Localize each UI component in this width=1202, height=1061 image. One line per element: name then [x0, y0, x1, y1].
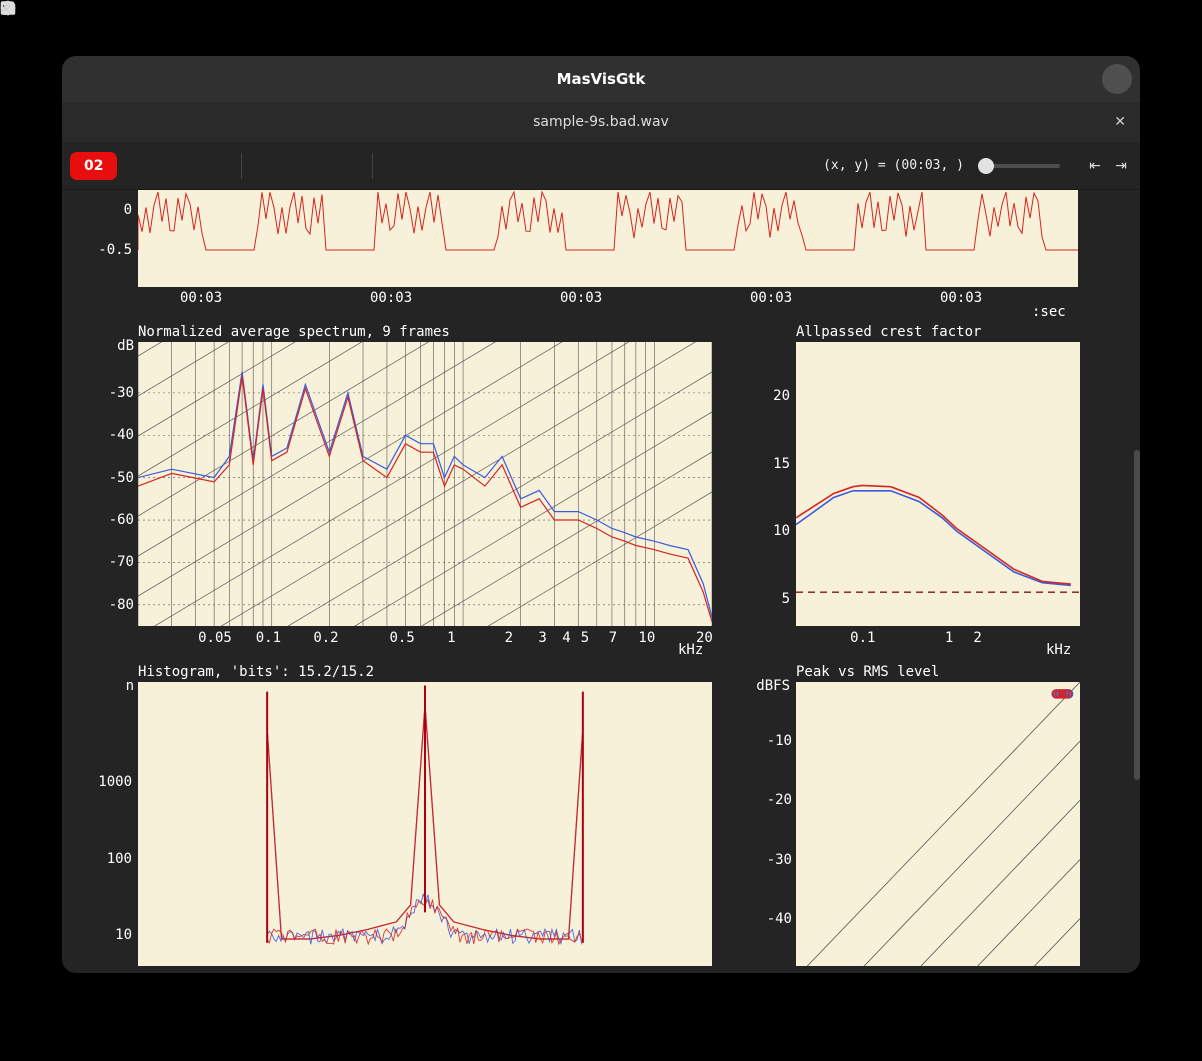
pvr-ytick: -40 — [752, 911, 792, 927]
configure-icon[interactable] — [328, 149, 362, 183]
hamburger-icon[interactable] — [1066, 64, 1096, 94]
download-icon[interactable] — [1030, 64, 1060, 94]
crest-ytick: 15 — [760, 456, 790, 472]
move-icon[interactable] — [252, 149, 286, 183]
home-icon[interactable] — [121, 149, 155, 183]
crest-xtick: 0.1 — [850, 630, 875, 646]
spectrum-xtick: 4 — [562, 630, 570, 646]
zoom-slider[interactable] — [978, 164, 1060, 168]
histogram-plot — [138, 682, 712, 966]
tab-label[interactable]: sample-9s.bad.wav — [533, 114, 669, 130]
spectrum-ytick: -80 — [94, 597, 134, 613]
spectrum-xtick: 0.1 — [256, 630, 281, 646]
crest-ytick: 20 — [760, 388, 790, 404]
crest-xunit: kHz — [1046, 642, 1071, 658]
chart-canvas[interactable]: 0 -0.5 00:03 00:03 00:03 00:03 00:03 :se… — [62, 190, 1140, 973]
spectrum-xtick: 7 — [609, 630, 617, 646]
zoom-icon[interactable] — [290, 149, 324, 183]
wave-xunit: :sec — [1032, 304, 1066, 320]
seek-end-icon[interactable]: ⇥ — [1110, 155, 1132, 177]
pvr-ytick: -20 — [752, 792, 792, 808]
app-title: MasVisGtk — [424, 70, 778, 88]
pvr-title: Peak vs RMS level — [796, 664, 939, 680]
wave-xtick-3: 00:03 — [750, 290, 792, 306]
pvr-ytick: -30 — [752, 852, 792, 868]
spectrum-xtick: 2 — [505, 630, 513, 646]
spectrum-xtick: 1 — [447, 630, 455, 646]
spectrum-xtick: 0.5 — [389, 630, 414, 646]
forward-icon[interactable] — [197, 149, 231, 183]
tabbar: sample-9s.bad.wav ✕ — [62, 102, 1140, 142]
folder-icon[interactable] — [106, 64, 136, 94]
spectrum-yunit: dB — [110, 338, 134, 354]
crest-xtick: 2 — [973, 630, 981, 646]
spectrum-ytick: -30 — [94, 385, 134, 401]
seek-start-icon[interactable]: ⇤ — [1084, 155, 1106, 177]
tab-close-button[interactable]: ✕ — [1114, 114, 1126, 130]
spectrum-xtick: 10 — [638, 630, 655, 646]
coord-readout: (x, y) = (00:03, ) — [823, 158, 964, 173]
pvr-yunit: dBFS — [742, 678, 790, 694]
spectrum-ytick: -40 — [94, 427, 134, 443]
wave-xtick-1: 00:03 — [370, 290, 412, 306]
spectrum-ytick: -70 — [94, 554, 134, 570]
waveform-plot — [138, 190, 1078, 287]
spectrum-xtick: 20 — [696, 630, 713, 646]
wave-xtick-0: 00:03 — [180, 290, 222, 306]
spectrum-ytick: -60 — [94, 512, 134, 528]
crest-title: Allpassed crest factor — [796, 324, 981, 340]
save-icon[interactable] — [383, 149, 417, 183]
titlebar: MasVisGtk — [62, 56, 1140, 102]
crest-ytick: 10 — [760, 523, 790, 539]
chart-toolbar: 02 (x, y) = (00:03, ) ⇤ ⇥ — [62, 142, 1140, 190]
hist-title: Histogram, 'bits': 15.2/15.2 — [138, 664, 374, 680]
pvr-ytick: -10 — [752, 733, 792, 749]
wave-ytick-0: 0 — [100, 202, 132, 218]
spectrum-title: Normalized average spectrum, 9 frames — [138, 324, 450, 340]
hist-yunit: n — [120, 678, 134, 694]
hist-ytick: 10 — [84, 927, 132, 943]
pvr-plot — [796, 682, 1080, 966]
crest-ytick: 5 — [760, 591, 790, 607]
close-window-button[interactable] — [1102, 64, 1132, 94]
spectrum-plot — [138, 342, 712, 626]
vertical-scrollbar[interactable] — [1134, 450, 1140, 780]
spectrum-xtick: 0.05 — [198, 630, 232, 646]
spectrum-ytick: -50 — [94, 470, 134, 486]
wave-ytick-1: -0.5 — [80, 242, 132, 258]
music-icon[interactable] — [70, 64, 100, 94]
wave-xtick-2: 00:03 — [560, 290, 602, 306]
wave-xtick-4: 00:03 — [940, 290, 982, 306]
crest-xtick: 1 — [945, 630, 953, 646]
hist-ytick: 100 — [84, 851, 132, 867]
frame-badge[interactable]: 02 — [70, 152, 117, 180]
spectrum-xtick: 5 — [581, 630, 589, 646]
hist-ytick: 1000 — [84, 774, 132, 790]
back-icon[interactable] — [159, 149, 193, 183]
spectrum-xtick: 0.2 — [313, 630, 338, 646]
spectrum-xtick: 3 — [538, 630, 546, 646]
crest-plot — [796, 342, 1080, 626]
app-window: MasVisGtk sample-9s.bad.wav ✕ 02 — [62, 56, 1140, 973]
